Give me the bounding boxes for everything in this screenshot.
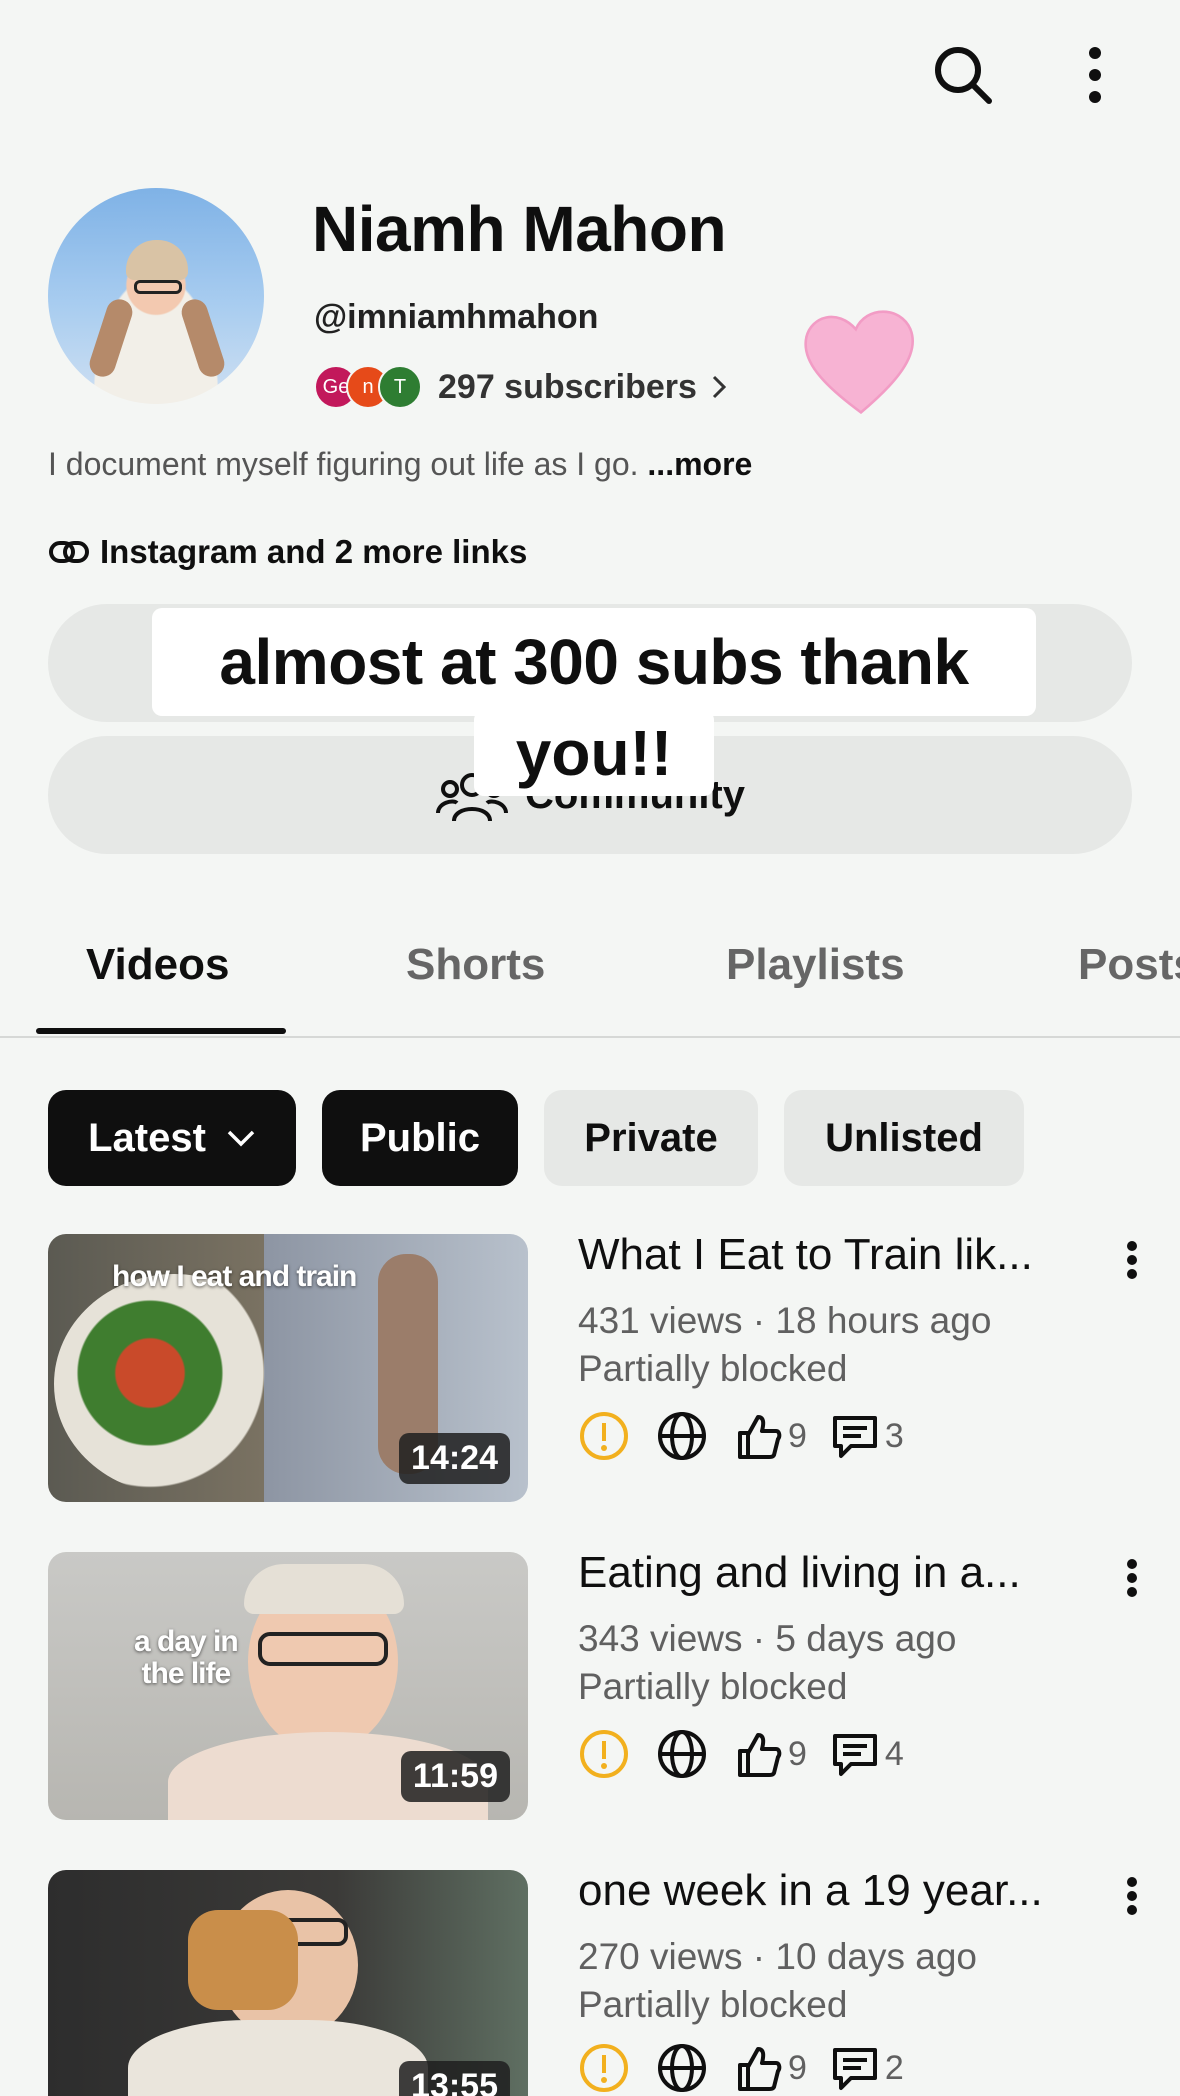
video-meta: 270 views · 10 days ago [578, 1936, 978, 1977]
subscribers-row[interactable]: Ge n T 297 subscribers [314, 362, 727, 412]
warning-icon[interactable] [578, 1728, 630, 1780]
like-count: 9 [788, 1734, 807, 1773]
more-vert-icon [1089, 47, 1101, 103]
chip-public[interactable]: Public [322, 1090, 518, 1186]
comment-icon[interactable] [829, 1410, 881, 1462]
thumbnail-caption: how I eat and train [112, 1260, 357, 1293]
comment-count: 2 [884, 2048, 904, 2087]
video-options-button[interactable] [1112, 1230, 1152, 1290]
video-duration: 11:59 [400, 1751, 510, 1802]
more-vert-icon [1127, 1559, 1137, 1597]
comment-count: 3 [884, 1416, 904, 1455]
video-title[interactable]: Eating and living in a... [578, 1548, 1021, 1598]
like-icon[interactable] [734, 1411, 784, 1461]
more-vert-icon [1127, 1877, 1137, 1915]
warning-icon[interactable] [578, 2042, 630, 2094]
channel-bio[interactable]: I document myself figuring out life as I… [48, 446, 752, 483]
bio-text: I document myself figuring out life as I… [48, 446, 639, 482]
comment-count: 4 [884, 1734, 904, 1773]
video-duration: 14:24 [399, 1433, 510, 1484]
globe-icon[interactable] [656, 2042, 708, 2094]
warning-icon[interactable] [578, 1410, 630, 1462]
tab-videos[interactable]: Videos [86, 940, 229, 990]
channel-links[interactable]: Instagram and 2 more links [48, 530, 527, 574]
video-thumbnail[interactable]: how I eat and train 14:24 [48, 1234, 528, 1502]
video-meta: 343 views · 5 days ago [578, 1618, 957, 1659]
video-meta: 431 views · 18 hours ago [578, 1300, 992, 1341]
like-icon[interactable] [734, 2043, 784, 2093]
more-options-button[interactable] [1060, 40, 1130, 110]
comment-icon[interactable] [829, 2042, 881, 2094]
video-duration: 13:55 [399, 2061, 510, 2096]
chip-unlisted[interactable]: Unlisted [784, 1090, 1024, 1186]
video-options-button[interactable] [1112, 1548, 1152, 1608]
globe-icon[interactable] [656, 1410, 708, 1462]
video-options-button[interactable] [1112, 1866, 1152, 1926]
chevron-right-icon [712, 375, 727, 399]
globe-icon[interactable] [656, 1728, 708, 1780]
caption-overlay-line1: almost at 300 subs thank [152, 608, 1036, 716]
sort-dropdown[interactable]: Latest [48, 1090, 296, 1186]
active-tab-indicator [36, 1028, 286, 1034]
tab-posts[interactable]: Posts [1078, 940, 1180, 990]
video-title[interactable]: one week in a 19 year... [578, 1866, 1043, 1916]
channel-avatar[interactable] [48, 188, 264, 404]
tab-playlists[interactable]: Playlists [726, 940, 905, 990]
video-thumbnail[interactable]: a day in the life 11:59 [48, 1552, 528, 1820]
like-count: 9 [788, 1416, 807, 1455]
video-thumbnail[interactable]: 13:55 [48, 1870, 528, 2096]
video-title[interactable]: What I Eat to Train lik... [578, 1230, 1033, 1280]
like-icon[interactable] [734, 1729, 784, 1779]
comment-icon[interactable] [829, 1728, 881, 1780]
subscriber-avatars: Ge n T [314, 365, 422, 409]
video-status: Partially blocked [578, 1348, 848, 1389]
video-stats-row: 9 3 [578, 1408, 926, 1464]
heart-sticker-icon [804, 310, 914, 415]
thumbnail-caption-line: a day in [134, 1625, 239, 1658]
video-stats-row: 9 2 [578, 2040, 926, 2096]
thumbnail-caption-line: the life [141, 1657, 232, 1690]
more-vert-icon [1127, 1241, 1137, 1279]
tab-divider [0, 1036, 1180, 1038]
chip-private[interactable]: Private [544, 1090, 758, 1186]
sort-label: Latest [88, 1115, 206, 1160]
subscriber-avatar: T [378, 365, 422, 409]
video-status: Partially blocked [578, 1984, 848, 2025]
links-label: Instagram and 2 more links [100, 533, 528, 570]
subscriber-count: 297 subscribers [438, 367, 697, 406]
search-icon [935, 47, 992, 104]
link-icon [49, 541, 89, 563]
chevron-down-icon [227, 1130, 255, 1147]
channel-handle: @imniamhmahon [314, 298, 599, 336]
like-count: 9 [788, 2048, 807, 2087]
thumbnail-caption: a day in the life [134, 1625, 239, 1690]
tab-shorts[interactable]: Shorts [406, 940, 545, 990]
search-button[interactable] [928, 40, 998, 110]
bio-more-link[interactable]: ...more [647, 446, 752, 482]
video-status: Partially blocked [578, 1666, 848, 1707]
video-stats-row: 9 4 [578, 1726, 926, 1782]
channel-name: Niamh Mahon [312, 193, 727, 265]
caption-overlay-line2: you!! [474, 710, 714, 796]
